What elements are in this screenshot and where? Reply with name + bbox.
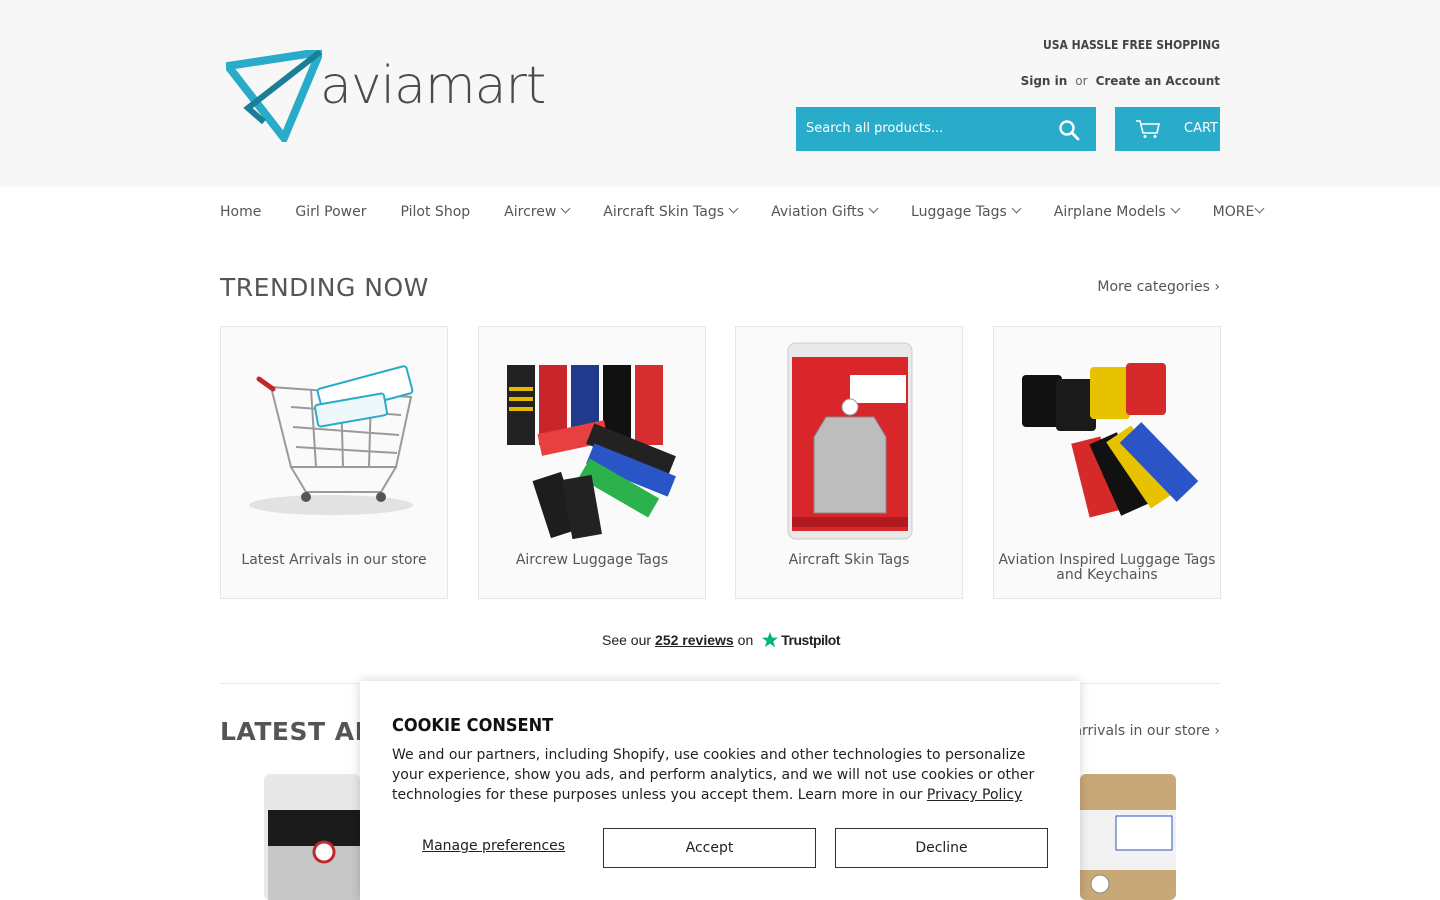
category-card-luggage-tags-keychains[interactable]: Aviation Inspired Luggage Tags and Keych… bbox=[993, 326, 1221, 599]
skin-tag-image bbox=[787, 342, 913, 540]
chevron-down-icon bbox=[1254, 203, 1265, 214]
category-card-latest-arrivals[interactable]: Latest Arrivals in our store bbox=[220, 326, 448, 599]
nav-item-pilot-shop[interactable]: Pilot Shop bbox=[401, 204, 471, 224]
trustpilot-star-icon bbox=[762, 631, 779, 648]
more-categories-link[interactable]: More categories › bbox=[1097, 279, 1220, 295]
nav-item-aircraft-skin-tags[interactable]: Aircraft Skin Tags bbox=[603, 203, 739, 224]
card-caption: Aircrew Luggage Tags bbox=[515, 552, 669, 568]
accept-button[interactable]: Accept bbox=[603, 828, 816, 868]
nav-item-girl-power[interactable]: Girl Power bbox=[295, 204, 366, 224]
privacy-policy-link[interactable]: Privacy Policy bbox=[927, 787, 1022, 803]
search-icon[interactable] bbox=[1058, 119, 1080, 141]
site-logo[interactable]: aviamart bbox=[226, 50, 546, 142]
cookie-body: We and our partners, including Shopify, … bbox=[392, 747, 1035, 803]
latest-arrivals-link[interactable]: t arrivals in our store › bbox=[1064, 723, 1221, 739]
product-thumbnail[interactable] bbox=[264, 774, 360, 900]
main-nav: Home Girl Power Pilot Shop Aircrew Aircr… bbox=[220, 203, 1265, 224]
shopping-cart-image bbox=[249, 365, 414, 515]
nav-item-more[interactable]: MORE bbox=[1213, 203, 1265, 224]
card-caption: Aviation Inspired Luggage Tags and Keych… bbox=[998, 552, 1216, 583]
chevron-down-icon bbox=[728, 203, 739, 214]
chevron-down-icon bbox=[560, 203, 571, 214]
cookie-consent-dialog: COOKIE CONSENT We and our partners, incl… bbox=[360, 681, 1080, 900]
cookie-title: COOKIE CONSENT bbox=[392, 715, 554, 736]
trustpilot-brand: Trustpilot bbox=[781, 632, 841, 648]
cart-label: CART bbox=[1184, 121, 1218, 136]
review-count-link[interactable]: 252 reviews bbox=[655, 632, 734, 648]
card-caption: Latest Arrivals in our store bbox=[241, 552, 427, 568]
category-card-aircrew-luggage-tags[interactable]: Aircrew Luggage Tags bbox=[478, 326, 706, 599]
product-thumbnail[interactable] bbox=[1080, 774, 1176, 900]
card-caption: Aircraft Skin Tags bbox=[788, 552, 910, 568]
nav-item-home[interactable]: Home bbox=[220, 204, 261, 224]
manage-preferences-link[interactable]: Manage preferences bbox=[422, 838, 565, 854]
cart-icon bbox=[1136, 120, 1160, 138]
nav-item-aircrew[interactable]: Aircrew bbox=[504, 203, 571, 224]
chevron-down-icon bbox=[1011, 203, 1022, 214]
chevron-down-icon bbox=[868, 203, 879, 214]
site-header: aviamart USA HASSLE FREE SHOPPING Sign i… bbox=[0, 0, 1440, 187]
search-input[interactable]: Search all products... bbox=[796, 107, 1096, 151]
trustpilot-on: on bbox=[737, 632, 754, 648]
logo-wordmark: aviamart bbox=[320, 56, 546, 116]
category-card-aircraft-skin-tags[interactable]: Aircraft Skin Tags bbox=[735, 326, 963, 599]
keychains-image bbox=[1022, 363, 1199, 518]
nav-item-aviation-gifts[interactable]: Aviation Gifts bbox=[771, 203, 879, 224]
search-placeholder: Search all products... bbox=[806, 121, 944, 136]
nav-item-airplane-models[interactable]: Airplane Models bbox=[1054, 203, 1181, 224]
create-account-link[interactable]: Create an Account bbox=[1096, 74, 1220, 88]
crew-tags-image bbox=[507, 365, 676, 540]
trending-title: TRENDING NOW bbox=[220, 273, 429, 302]
cart-button[interactable]: CART bbox=[1115, 107, 1220, 151]
account-links: Sign in or Create an Account bbox=[1021, 74, 1220, 88]
chevron-down-icon bbox=[1170, 203, 1181, 214]
decline-button[interactable]: Decline bbox=[835, 828, 1048, 868]
nav-item-luggage-tags[interactable]: Luggage Tags bbox=[911, 203, 1022, 224]
paper-plane-logo-icon bbox=[226, 50, 322, 142]
shipping-tagline: USA HASSLE FREE SHOPPING bbox=[1043, 38, 1220, 52]
trustpilot-widget[interactable]: See our 252 reviews on Trustpilot bbox=[602, 631, 841, 649]
or-text: or bbox=[1075, 74, 1088, 88]
trustpilot-prefix: See our bbox=[602, 632, 652, 648]
sign-in-link[interactable]: Sign in bbox=[1021, 74, 1068, 88]
